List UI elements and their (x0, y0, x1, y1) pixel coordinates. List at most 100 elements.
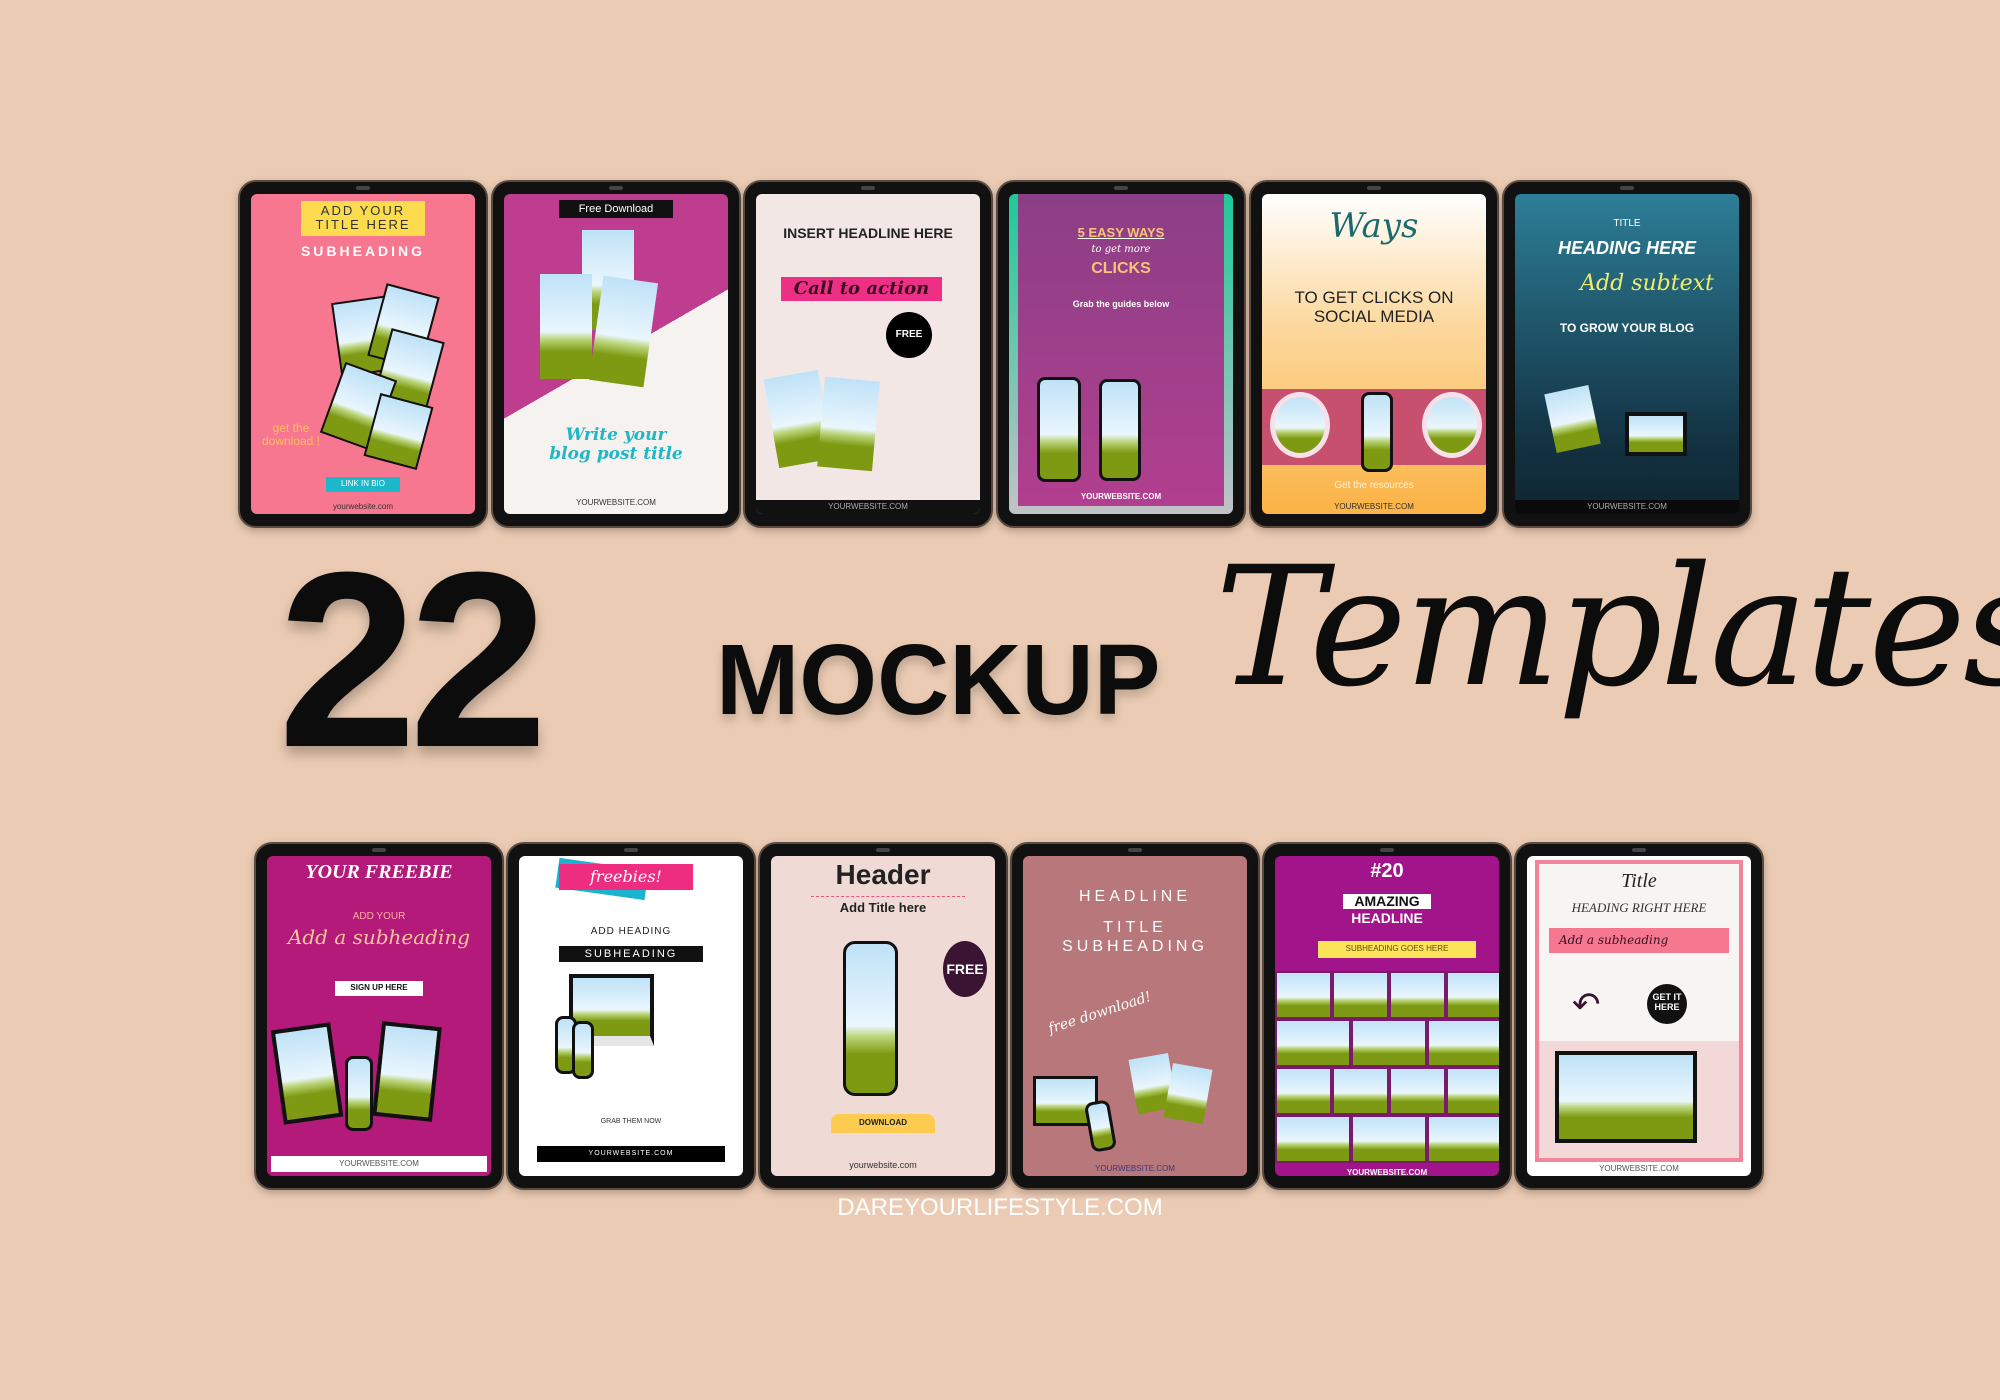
circle-photo (1270, 392, 1330, 458)
freebie-title: YOUR FREEBIE (305, 861, 453, 883)
photo-placeholder (1446, 971, 1499, 1019)
photo-placeholder (817, 376, 880, 472)
template-screen: YOUR FREEBIE ADD YOUR Add a subheading S… (267, 856, 491, 1176)
website: YOURWEBSITE.COM (756, 500, 980, 514)
website: yourwebsite.com (332, 502, 394, 511)
camera-dot (372, 848, 386, 852)
download-note: get the download ! (261, 421, 321, 449)
camera-dot (609, 186, 623, 190)
title: Title (1621, 870, 1657, 892)
free-badge: FREE (886, 312, 932, 358)
template-tablet[interactable]: ADD YOUR TITLE HERE SUBHEADING get the d… (238, 180, 488, 528)
phone-mockup (345, 1056, 373, 1131)
blog-post-title: Write your blog post title (549, 425, 683, 464)
photo-placeholder (1275, 1115, 1351, 1163)
template-screen: freebies! ADD HEADING SUBHEADING GRAB TH… (519, 856, 743, 1176)
photo-placeholder (1275, 1067, 1332, 1115)
grab-guides: Grab the guides below (1072, 299, 1170, 309)
subheading: SUBHEADING (559, 946, 703, 963)
template-screen: Ways TO GET CLICKS ON SOCIAL MEDIA Get t… (1262, 194, 1486, 514)
website: YOURWEBSITE.COM (271, 1156, 487, 1172)
website: YOURWEBSITE.COM (576, 498, 656, 507)
photo-placeholder (540, 274, 592, 379)
sign-up-button: SIGN UP HERE (335, 981, 423, 996)
to-get-more: to get more (1091, 244, 1151, 255)
mockup-word: MOCKUP (716, 624, 1161, 736)
photo-placeholder (1163, 1062, 1213, 1125)
subheading-bar: SUBHEADING GOES HERE (1318, 941, 1476, 958)
call-to-action: Call to action (781, 277, 942, 301)
tablet-mockup (372, 1021, 442, 1122)
headline: INSERT HEADLINE HERE (783, 225, 953, 241)
website: YOURWEBSITE.COM (1599, 1164, 1679, 1173)
template-screen: Header Add Title here FREE DOWNLOAD your… (771, 856, 995, 1176)
template-tablet[interactable]: Header Add Title here FREE DOWNLOAD your… (758, 842, 1008, 1190)
camera-dot (876, 848, 890, 852)
photo-placeholder (1427, 1115, 1499, 1163)
template-tablet[interactable]: YOUR FREEBIE ADD YOUR Add a subheading S… (254, 842, 504, 1190)
get-it-here-badge: GET IT HERE (1647, 984, 1687, 1024)
headline: TO GET CLICKS ON SOCIAL MEDIA (1294, 288, 1454, 326)
template-tablet[interactable]: freebies! ADD HEADING SUBHEADING GRAB TH… (506, 842, 756, 1190)
photo-placeholder (1351, 1019, 1427, 1067)
template-tablet[interactable]: Free Download Write your blog post title… (491, 180, 741, 528)
subheading: SUBHEADING (1062, 938, 1208, 955)
photo-placeholder (1389, 971, 1446, 1019)
template-tablet[interactable]: Ways TO GET CLICKS ON SOCIAL MEDIA Get t… (1249, 180, 1499, 528)
add-your: ADD YOUR (352, 911, 406, 922)
camera-dot (1367, 186, 1381, 190)
template-tablet[interactable]: 5 EASY WAYS to get more CLICKS Grab the … (996, 180, 1246, 528)
dashed-divider (811, 896, 965, 897)
template-screen: TITLE HEADING HERE Add subtext TO GROW Y… (1515, 194, 1739, 514)
grow-blog: TO GROW YOUR BLOG (1559, 321, 1695, 335)
add-heading: ADD HEADING (590, 926, 672, 937)
phone-mockup (1361, 392, 1393, 472)
camera-dot (1632, 848, 1646, 852)
camera-dot (1128, 848, 1142, 852)
template-tablet[interactable]: Title HEADING RIGHT HERE Add a subheadin… (1514, 842, 1764, 1190)
template-count: 22 (278, 520, 548, 799)
title: ADD YOUR TITLE HERE (301, 201, 425, 236)
photo-placeholder (1544, 384, 1601, 454)
website: YOURWEBSITE.COM (1095, 1164, 1175, 1173)
camera-dot (624, 848, 638, 852)
link-in-bio-button: LINK IN BIO (326, 477, 400, 492)
template-screen: HEADLINE TITLE SUBHEADING free download!… (1023, 856, 1247, 1176)
template-tablet[interactable]: HEADLINE TITLE SUBHEADING free download!… (1010, 842, 1260, 1190)
template-tablet[interactable]: TITLE HEADING HERE Add subtext TO GROW Y… (1502, 180, 1752, 528)
photo-placeholder (1427, 1019, 1499, 1067)
template-tablet[interactable]: INSERT HEADLINE HERE Call to action FREE… (743, 180, 993, 528)
headline: HEADLINE (1078, 888, 1192, 905)
website: YOURWEBSITE.COM (1080, 492, 1162, 501)
free-download-script: free download! (1046, 988, 1154, 1038)
get-resources: Get the resources (1334, 480, 1414, 491)
camera-dot (861, 186, 875, 190)
photo-placeholder (1351, 1115, 1427, 1163)
heading: HEADING RIGHT HERE (1571, 900, 1707, 915)
free-download-ribbon: Free Download (559, 200, 673, 219)
photo-placeholder (1332, 971, 1389, 1019)
camera-dot (1114, 186, 1128, 190)
subtext-script: Add subtext (1580, 271, 1714, 296)
phone-mockup (572, 1021, 594, 1079)
phone-mockup (1099, 379, 1141, 481)
grab-them-now: GRAB THEM NOW (600, 1118, 662, 1125)
phone-mockup (1037, 377, 1081, 482)
circle-photo (1422, 392, 1482, 458)
phone-mockup (1083, 1099, 1118, 1153)
subheading-bar: Add a subheading (1549, 928, 1729, 954)
monitor-mockup (1625, 412, 1687, 456)
camera-dot (1620, 186, 1634, 190)
add-title: Add Title here (839, 900, 927, 915)
free-badge: FREE (943, 941, 987, 997)
subheading-script: Add a subheading (287, 925, 471, 949)
camera-dot (1380, 848, 1394, 852)
templates-script: Templates (1215, 531, 2000, 723)
website: YOURWEBSITE.COM (537, 1146, 725, 1162)
template-tablet[interactable]: #20 AMAZING HEADLINE SUBHEADING GOES HER… (1262, 842, 1512, 1190)
template-screen: #20 AMAZING HEADLINE SUBHEADING GOES HER… (1275, 856, 1499, 1176)
template-screen: Free Download Write your blog post title… (504, 194, 728, 514)
photo-placeholder (1446, 1067, 1499, 1115)
template-screen: ADD YOUR TITLE HERE SUBHEADING get the d… (251, 194, 475, 514)
header: Header (835, 859, 931, 890)
